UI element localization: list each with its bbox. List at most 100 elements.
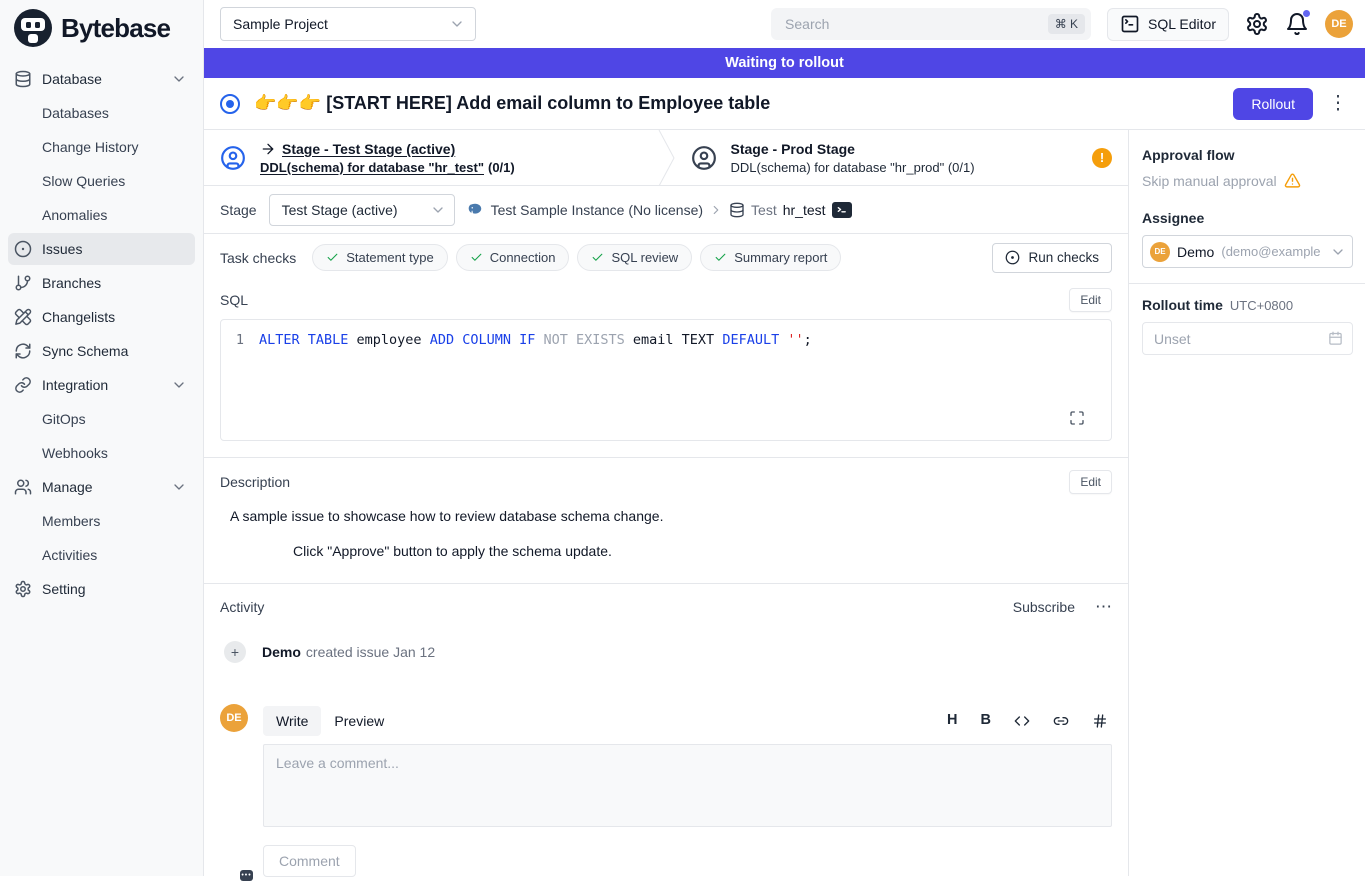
sidebar-item-members[interactable]: Members xyxy=(8,505,195,537)
stage-task: DDL(schema) for database "hr_prod" (0/1) xyxy=(731,160,975,175)
subscribe-button[interactable]: Subscribe xyxy=(1013,599,1075,615)
stage-strip: Stage - Test Stage (active) DDL(schema) … xyxy=(204,130,1128,186)
sql-edit-button[interactable]: Edit xyxy=(1069,288,1112,312)
user-circle-icon xyxy=(220,145,246,171)
tab-preview[interactable]: Preview xyxy=(321,706,397,736)
sync-refresh-icon xyxy=(14,342,32,360)
fullscreen-expand-icon[interactable] xyxy=(1069,410,1085,426)
stage-title: Stage - Test Stage (active) xyxy=(282,141,455,157)
issue-status-icon xyxy=(220,94,240,114)
issue-side-panel: Approval flow Skip manual approval Assig… xyxy=(1128,130,1365,876)
pencil-ruler-icon xyxy=(14,308,32,326)
description-body: A sample issue to showcase how to review… xyxy=(220,494,1112,583)
sidebar-item-anomalies[interactable]: Anomalies xyxy=(8,199,195,231)
instance-link[interactable]: Test Sample Instance (No license) xyxy=(491,202,703,218)
assignee-email: (demo@example xyxy=(1221,244,1323,259)
comment-submit-button[interactable]: Comment xyxy=(263,845,356,877)
project-select[interactable]: Sample Project xyxy=(220,7,476,41)
sidebar-item-label: Database xyxy=(42,71,102,87)
brand-logo[interactable]: Bytebase xyxy=(0,0,203,55)
sidebar-item-gitops[interactable]: GitOps xyxy=(8,403,195,435)
gear-icon xyxy=(14,580,32,598)
sidebar-item-manage[interactable]: Manage xyxy=(8,471,195,503)
check-icon xyxy=(470,251,483,264)
open-sql-editor-icon[interactable] xyxy=(832,202,852,218)
description-section: Description Edit A sample issue to showc… xyxy=(204,458,1128,584)
sidebar-item-database[interactable]: Database xyxy=(8,63,195,95)
code-format-icon[interactable] xyxy=(1014,713,1030,729)
description-line: Click "Approve" button to apply the sche… xyxy=(293,543,1112,559)
rollout-button[interactable]: Rollout xyxy=(1233,88,1313,120)
assignee-select[interactable]: DE Demo (demo@example xyxy=(1142,235,1353,268)
stage-card-prod[interactable]: Stage - Prod Stage DDL(schema) for datab… xyxy=(675,130,1129,185)
bold-format-icon[interactable]: B xyxy=(981,713,991,728)
stage-card-test[interactable]: Stage - Test Stage (active) DDL(schema) … xyxy=(204,130,658,185)
project-select-value: Sample Project xyxy=(233,16,449,32)
sidebar-item-sync-schema[interactable]: Sync Schema xyxy=(8,335,195,367)
heading-format-icon[interactable]: H xyxy=(947,713,957,728)
arrow-right-icon xyxy=(260,141,276,157)
database-breadcrumb: Test Sample Instance (No license) Test h… xyxy=(467,201,852,219)
rollout-time-label: Rollout time xyxy=(1142,297,1223,313)
kebab-menu-icon[interactable]: ⋮ xyxy=(1327,92,1349,115)
search-input[interactable] xyxy=(783,15,1048,33)
panel-divider xyxy=(1129,283,1365,284)
assignee-avatar: DE xyxy=(1150,242,1170,262)
hash-format-icon[interactable] xyxy=(1092,713,1108,729)
sql-editor-button[interactable]: SQL Editor xyxy=(1107,8,1229,41)
issue-content: Stage - Test Stage (active) DDL(schema) … xyxy=(204,130,1128,876)
sidebar-nav: Database Databases Change History Slow Q… xyxy=(0,55,203,605)
sidebar-item-changelists[interactable]: Changelists xyxy=(8,301,195,333)
sidebar-item-issues[interactable]: Issues xyxy=(8,233,195,265)
warning-triangle-icon xyxy=(1284,172,1301,189)
sidebar-item-webhooks[interactable]: Webhooks xyxy=(8,437,195,469)
comment-avatar-wrap: DE ••• xyxy=(220,704,248,877)
warning-circle-icon: ! xyxy=(1092,148,1112,168)
tab-write[interactable]: Write xyxy=(263,706,321,736)
app-root: Bytebase Database Databases Change Histo… xyxy=(0,0,1365,876)
bytebase-logo-icon xyxy=(14,9,52,47)
square-terminal-icon xyxy=(1120,14,1140,34)
description-edit-button[interactable]: Edit xyxy=(1069,470,1112,494)
description-line: A sample issue to showcase how to review… xyxy=(230,508,1112,524)
activity-section: Activity Subscribe ⋯ + Democreated issue… xyxy=(204,584,1128,877)
rollout-time-input[interactable]: Unset xyxy=(1142,322,1353,355)
stage-task-link[interactable]: DDL(schema) for database "hr_test" xyxy=(260,160,484,175)
gear-icon[interactable] xyxy=(1245,12,1269,36)
check-pill-statement-type[interactable]: Statement type xyxy=(312,244,447,271)
issue-title: 👉👉👉 [START HERE] Add email column to Emp… xyxy=(254,93,1219,114)
check-icon xyxy=(326,251,339,264)
issue-circle-dot-icon xyxy=(14,240,32,258)
sidebar-item-integration[interactable]: Integration xyxy=(8,369,195,401)
description-section-title: Description xyxy=(220,474,290,490)
user-avatar[interactable]: DE xyxy=(1325,10,1353,38)
sidebar-item-activities[interactable]: Activities xyxy=(8,539,195,571)
sidebar-item-databases[interactable]: Databases xyxy=(8,97,195,129)
check-pill-sql-review[interactable]: SQL review xyxy=(577,244,692,271)
check-pill-connection[interactable]: Connection xyxy=(456,244,570,271)
user-circle-icon xyxy=(691,145,717,171)
plus-circle-icon: + xyxy=(224,641,246,663)
approval-flow-value: Skip manual approval xyxy=(1142,173,1277,189)
activity-section-title: Activity xyxy=(220,599,264,615)
sidebar-item-slow-queries[interactable]: Slow Queries xyxy=(8,165,195,197)
bell-icon[interactable] xyxy=(1285,12,1309,36)
rollout-time-value: Unset xyxy=(1154,331,1328,347)
stage-title: Stage - Prod Stage xyxy=(731,141,855,157)
sidebar-item-change-history[interactable]: Change History xyxy=(8,131,195,163)
postgresql-icon xyxy=(467,201,485,219)
chevron-right-icon xyxy=(709,203,723,217)
link-format-icon[interactable] xyxy=(1053,713,1069,729)
run-checks-button[interactable]: Run checks xyxy=(992,243,1112,273)
comment-textarea[interactable] xyxy=(263,744,1112,827)
check-pill-summary-report[interactable]: Summary report xyxy=(700,244,841,271)
search-box[interactable]: ⌘ K xyxy=(771,8,1091,40)
task-checks-row: Task checks Statement type Connection SQ… xyxy=(204,234,1128,281)
database-link[interactable]: hr_test xyxy=(783,202,826,218)
database-icon xyxy=(14,70,32,88)
sidebar-item-setting[interactable]: Setting xyxy=(8,573,195,605)
more-menu-icon[interactable]: ⋯ xyxy=(1095,598,1112,615)
sql-statement: ALTER TABLE employee ADD COLUMN IF NOT E… xyxy=(259,330,812,350)
sidebar-item-branches[interactable]: Branches xyxy=(8,267,195,299)
stage-select[interactable]: Test Stage (active) xyxy=(269,194,455,226)
